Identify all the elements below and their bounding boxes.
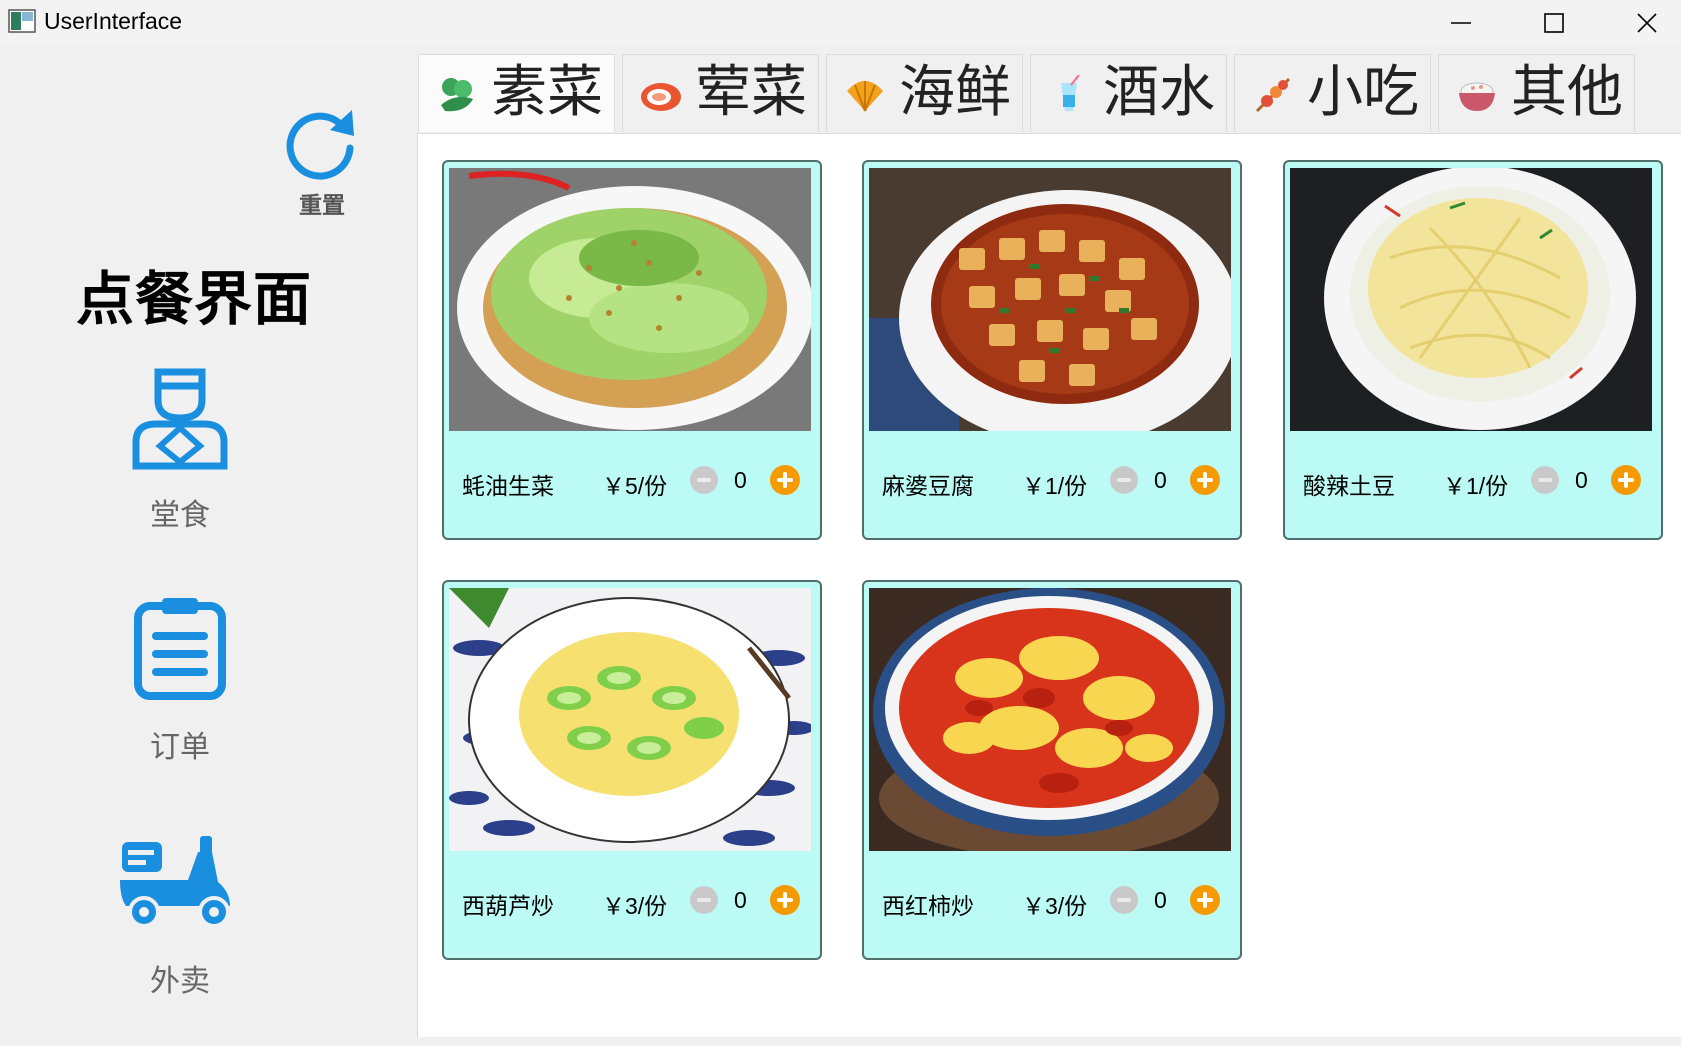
close-button[interactable]: [1617, 0, 1677, 46]
decrease-button[interactable]: [1110, 466, 1138, 494]
nav-dine-in[interactable]: 堂食: [110, 366, 250, 546]
increase-button[interactable]: [770, 465, 800, 495]
dish-card: 麻婆豆腐 ￥1/份 0: [862, 160, 1242, 540]
decrease-button[interactable]: [1531, 466, 1559, 494]
tab-vegetarian[interactable]: 素菜: [418, 54, 615, 132]
reset-label: 重置: [299, 193, 345, 219]
increase-button[interactable]: [770, 885, 800, 915]
dish-price: ￥1/份: [1443, 473, 1509, 499]
menu-panel: 蚝油生菜 ￥5/份 0 麻婆豆腐 ￥1/份 0 酸辣土豆 ￥1/份 0 西葫芦炒…: [417, 133, 1681, 1037]
tab-drinks[interactable]: 酒水: [1030, 54, 1227, 132]
waiter-icon: [132, 368, 228, 470]
dish-quantity: 0: [1575, 467, 1588, 493]
drink-icon: [1061, 75, 1080, 111]
meat-icon: [641, 83, 681, 111]
tab-meat[interactable]: 荤菜: [622, 54, 819, 132]
dish-quantity: 0: [1154, 887, 1167, 913]
increase-button[interactable]: [1611, 465, 1641, 495]
nav-orders-label: 订单: [150, 730, 210, 765]
increase-button[interactable]: [1190, 885, 1220, 915]
dish-name: 蚝油生菜: [462, 473, 554, 499]
title-bar: UserInterface: [0, 0, 1681, 46]
dish-name: 酸辣土豆: [1303, 473, 1395, 499]
dish-price: ￥1/份: [1022, 473, 1088, 499]
tab-seafood-label: 海鲜: [899, 60, 1011, 125]
decrease-button[interactable]: [1110, 886, 1138, 914]
tab-seafood[interactable]: 海鲜: [826, 54, 1023, 132]
nav-takeout[interactable]: 外卖: [110, 832, 250, 1012]
dish-quantity: 0: [734, 467, 747, 493]
minimize-button[interactable]: [1431, 0, 1491, 46]
tab-meat-label: 荤菜: [695, 60, 807, 125]
maximize-button[interactable]: [1524, 0, 1584, 46]
vegetable-icon: [441, 78, 473, 112]
tab-other[interactable]: 其他: [1438, 54, 1635, 132]
increase-button[interactable]: [1190, 465, 1220, 495]
dish-card: 酸辣土豆 ￥1/份 0: [1283, 160, 1663, 540]
scooter-icon: [120, 836, 230, 928]
dish-image: [449, 168, 811, 431]
shell-icon: [847, 81, 883, 112]
tab-drinks-label: 酒水: [1103, 60, 1215, 125]
dish-image: [869, 588, 1231, 851]
dish-name: 西葫芦炒: [462, 893, 554, 919]
refresh-icon: [286, 110, 354, 180]
nav-takeout-label: 外卖: [150, 964, 210, 999]
dish-quantity: 0: [734, 887, 747, 913]
tab-other-label: 其他: [1511, 60, 1623, 125]
reset-button[interactable]: 重置: [278, 104, 366, 219]
clipboard-icon: [134, 598, 226, 700]
dish-card: 西红柿炒 ￥3/份 0: [862, 580, 1242, 960]
decrease-button[interactable]: [690, 886, 718, 914]
tab-snacks[interactable]: 小吃: [1234, 54, 1431, 132]
nav-dine-in-label: 堂食: [150, 498, 210, 533]
skewer-icon: [1255, 77, 1291, 113]
dish-name: 麻婆豆腐: [882, 473, 974, 499]
nav-orders[interactable]: 订单: [110, 594, 250, 774]
close-icon: [1637, 13, 1657, 33]
minimize-icon: [1451, 22, 1471, 24]
dish-image: [869, 168, 1231, 431]
window-title: UserInterface: [44, 8, 183, 34]
tab-snacks-label: 小吃: [1307, 60, 1419, 125]
dish-card: 西葫芦炒 ￥3/份 0: [442, 580, 822, 960]
dish-image: [1290, 168, 1652, 431]
app-icon: [8, 9, 36, 33]
dish-card: 蚝油生菜 ￥5/份 0: [442, 160, 822, 540]
maximize-icon: [1544, 13, 1564, 33]
page-title: 点餐界面: [76, 265, 313, 333]
rice-bowl-icon: [1459, 82, 1495, 111]
dish-name: 西红柿炒: [882, 893, 974, 919]
dish-quantity: 0: [1154, 467, 1167, 493]
dish-price: ￥3/份: [1022, 893, 1088, 919]
dish-price: ￥3/份: [602, 893, 668, 919]
dish-image: [449, 588, 811, 851]
sidebar: 重置 点餐界面 堂食 订单 外卖: [0, 46, 414, 1046]
dish-price: ￥5/份: [602, 473, 668, 499]
tab-vegetarian-label: 素菜: [491, 60, 603, 125]
decrease-button[interactable]: [690, 466, 718, 494]
